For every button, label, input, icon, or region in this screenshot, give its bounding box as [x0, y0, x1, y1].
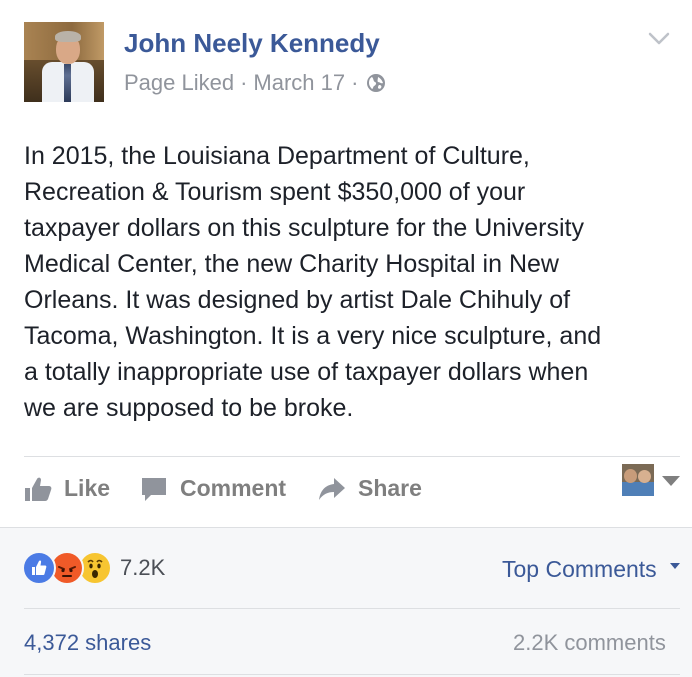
comments-count[interactable]: 2.2K comments: [513, 630, 666, 656]
like-icon: [22, 551, 56, 585]
author-avatar[interactable]: [24, 22, 104, 102]
chevron-down-icon[interactable]: [648, 30, 670, 48]
globe-icon[interactable]: [366, 73, 386, 93]
divider: [24, 608, 680, 609]
share-label: Share: [358, 475, 422, 501]
caret-down-icon[interactable]: [662, 476, 680, 486]
reactions-summary[interactable]: 7.2K: [22, 551, 165, 585]
top-comments-dropdown[interactable]: Top Comments: [502, 556, 657, 583]
divider: [24, 674, 680, 675]
post-date[interactable]: March 17: [253, 70, 345, 96]
post-meta: Page Liked · March 17 ·: [124, 70, 386, 96]
comment-button[interactable]: Comment: [140, 475, 286, 502]
meta-separator: ·: [351, 70, 359, 95]
meta-separator: ·: [240, 70, 248, 95]
post-body: In 2015, the Louisiana Department of Cul…: [24, 142, 602, 422]
like-label: Like: [64, 475, 111, 501]
post-actions: Like Comment Share: [0, 460, 692, 516]
divider: [24, 456, 680, 457]
like-button[interactable]: Like: [24, 475, 110, 502]
reactions-count[interactable]: 7.2K: [120, 555, 165, 581]
share-arrow-icon: [319, 477, 345, 500]
shares-count[interactable]: 4,372 shares: [24, 630, 151, 656]
post-context: Page Liked: [124, 70, 235, 95]
share-button[interactable]: Share: [318, 475, 422, 502]
comment-label: Comment: [180, 475, 287, 501]
thumbs-up-icon: [25, 477, 52, 501]
post-header: John Neely Kennedy Page Liked · March 17…: [0, 0, 692, 120]
post-stats: 7.2K Top Comments 4,372 shares 2.2K comm…: [0, 527, 692, 677]
author-name[interactable]: John Neely Kennedy: [124, 28, 380, 59]
comment-icon: [142, 477, 166, 501]
viewer-avatar[interactable]: [622, 464, 654, 496]
caret-down-icon[interactable]: [670, 563, 680, 569]
